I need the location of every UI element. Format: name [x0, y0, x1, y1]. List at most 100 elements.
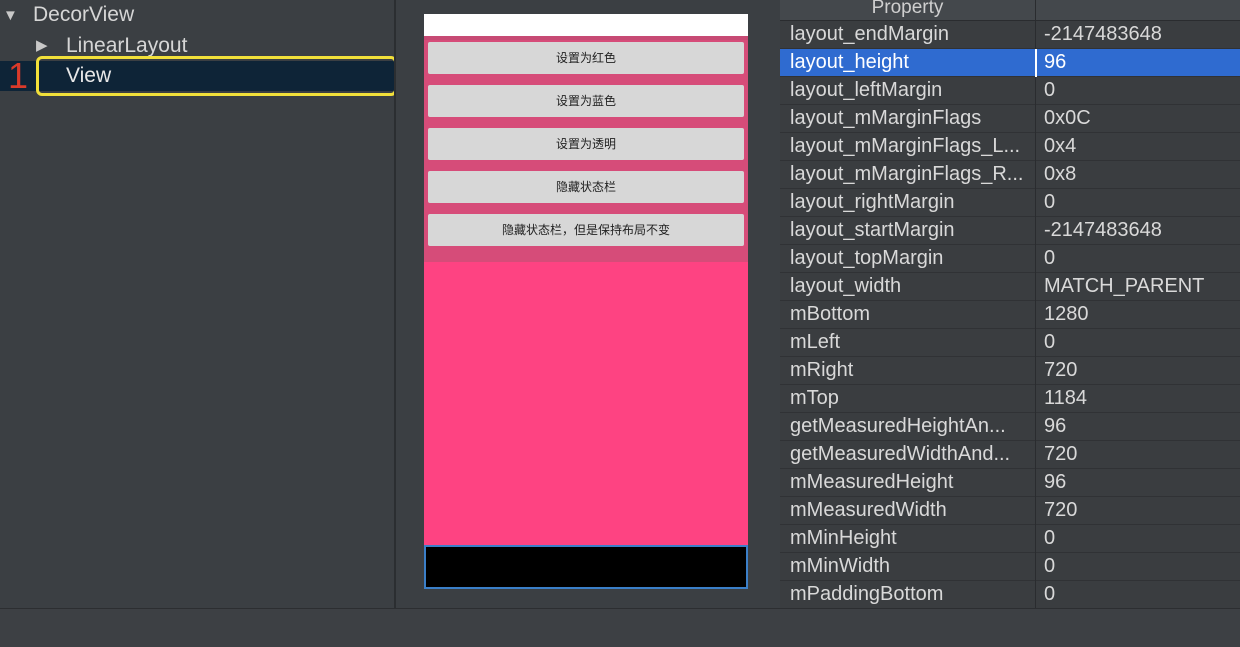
phone-screen: 设置为红色 设置为蓝色 设置为透明 隐藏状态栏 隐藏状态栏，但是保持布局不变 [424, 14, 748, 589]
column-divider [1035, 385, 1036, 413]
column-divider [1035, 49, 1037, 77]
set-red-button[interactable]: 设置为红色 [428, 42, 744, 74]
column-divider [1035, 133, 1036, 161]
property-value: 0x0C [1044, 107, 1091, 129]
column-divider [1035, 329, 1036, 357]
column-divider [1035, 105, 1036, 133]
hierarchy-viewer-window: ▼ DecorView ▶ LinearLayout View 1 设置为红色 … [0, 0, 1240, 647]
property-row[interactable]: mMeasuredWidth 720 [780, 497, 1240, 525]
property-name: layout_height [790, 51, 909, 73]
property-row[interactable]: layout_leftMargin 0 [780, 77, 1240, 105]
triangle-down-icon[interactable]: ▼ [3, 1, 18, 31]
column-divider [1035, 77, 1036, 105]
property-row[interactable]: mLeft 0 [780, 329, 1240, 357]
property-name: mBottom [790, 303, 871, 325]
property-name: layout_mMarginFlags_L... [790, 135, 1021, 157]
property-name: mRight [790, 359, 854, 381]
hide-statusbar-keep-layout-button[interactable]: 隐藏状态栏，但是保持布局不变 [428, 214, 744, 246]
column-divider [1035, 553, 1036, 581]
property-row[interactable]: mRight 720 [780, 357, 1240, 385]
column-divider[interactable] [1035, 0, 1036, 20]
property-name: getMeasuredWidthAnd... [790, 443, 1011, 465]
property-row[interactable]: mMinHeight 0 [780, 525, 1240, 553]
property-value: 720 [1044, 443, 1078, 465]
property-row[interactable]: mMeasuredHeight 96 [780, 469, 1240, 497]
column-divider [1035, 357, 1036, 385]
column-divider [1035, 497, 1036, 525]
property-name: mMinWidth [790, 555, 891, 577]
property-name: layout_topMargin [790, 247, 944, 269]
property-row[interactable]: getMeasuredWidthAnd... 720 [780, 441, 1240, 469]
column-divider [1035, 189, 1036, 217]
property-value: 720 [1044, 359, 1078, 381]
set-blue-button[interactable]: 设置为蓝色 [428, 85, 744, 117]
property-name: mMeasuredHeight [790, 471, 954, 493]
property-value: 96 [1044, 471, 1067, 493]
property-column-header[interactable]: Property [780, 0, 1035, 19]
bottom-status-bar [0, 608, 1240, 647]
property-value: -2147483648 [1044, 23, 1162, 45]
column-divider [1035, 301, 1036, 329]
property-row[interactable]: layout_rightMargin 0 [780, 189, 1240, 217]
property-value: 720 [1044, 499, 1078, 521]
property-value: 0x8 [1044, 163, 1077, 185]
property-row[interactable]: layout_topMargin 0 [780, 245, 1240, 273]
property-name: layout_startMargin [790, 219, 955, 241]
property-value: 0x4 [1044, 135, 1077, 157]
column-divider [1035, 21, 1036, 49]
property-row[interactable]: mTop 1184 [780, 385, 1240, 413]
property-value: 0 [1044, 79, 1056, 101]
column-divider [1035, 245, 1036, 273]
property-name: getMeasuredHeightAn... [790, 415, 1006, 437]
property-row[interactable]: layout_startMargin -2147483648 [780, 217, 1240, 245]
property-row[interactable]: layout_width MATCH_PARENT [780, 273, 1240, 301]
property-row[interactable]: mMinWidth 0 [780, 553, 1240, 581]
tree-item-linearlayout[interactable]: ▶ LinearLayout [0, 31, 394, 61]
column-divider [1035, 161, 1036, 189]
column-divider [1035, 469, 1036, 497]
column-divider [1035, 273, 1036, 301]
tree-item-label: LinearLayout [66, 34, 188, 57]
property-value: 0 [1044, 555, 1056, 577]
tree-item-decorview[interactable]: ▼ DecorView [0, 0, 394, 30]
property-name: layout_width [790, 275, 902, 297]
property-name: mPaddingBottom [790, 583, 944, 605]
property-value: 0 [1044, 191, 1056, 213]
property-name: layout_mMarginFlags_R... [790, 163, 1024, 185]
property-name: mLeft [790, 331, 841, 353]
property-value: 96 [1044, 51, 1067, 73]
column-divider [1035, 217, 1036, 245]
device-preview-panel: 设置为红色 设置为蓝色 设置为透明 隐藏状态栏 隐藏状态栏，但是保持布局不变 [396, 0, 780, 608]
tree-item-label: DecorView [33, 3, 135, 26]
property-value: 0 [1044, 247, 1056, 269]
property-row[interactable]: getMeasuredHeightAn... 96 [780, 413, 1240, 441]
tree-item-view[interactable]: View [0, 61, 394, 91]
column-divider [1035, 581, 1036, 608]
property-row[interactable]: layout_mMarginFlags 0x0C [780, 105, 1240, 133]
property-value: 1184 [1044, 387, 1088, 409]
property-row[interactable]: layout_height 96 [780, 49, 1240, 77]
property-name: mMeasuredWidth [790, 499, 947, 521]
property-row[interactable]: layout_mMarginFlags_R... 0x8 [780, 161, 1240, 189]
hide-statusbar-button[interactable]: 隐藏状态栏 [428, 171, 744, 203]
property-value: 1280 [1044, 303, 1089, 325]
property-row[interactable]: mPaddingBottom 0 [780, 581, 1240, 608]
view-tree-panel: ▼ DecorView ▶ LinearLayout View 1 [0, 0, 397, 608]
properties-panel: Property layout_endMargin -2147483648 layo… [780, 0, 1240, 608]
status-bar [424, 14, 748, 36]
properties-header[interactable]: Property [780, 0, 1240, 21]
column-divider [1035, 413, 1036, 441]
property-row[interactable]: mBottom 1280 [780, 301, 1240, 329]
property-name: layout_leftMargin [790, 79, 943, 101]
navigation-bar-view[interactable] [424, 545, 748, 589]
set-transparent-button[interactable]: 设置为透明 [428, 128, 744, 160]
property-name: layout_rightMargin [790, 191, 955, 213]
triangle-right-icon[interactable]: ▶ [36, 31, 48, 61]
property-value: 96 [1044, 415, 1067, 437]
property-name: layout_mMarginFlags [790, 107, 982, 129]
property-value: 0 [1044, 583, 1056, 605]
property-name: mTop [790, 387, 839, 409]
property-row[interactable]: layout_endMargin -2147483648 [780, 21, 1240, 49]
property-row[interactable]: layout_mMarginFlags_L... 0x4 [780, 133, 1240, 161]
column-divider [1035, 441, 1036, 469]
